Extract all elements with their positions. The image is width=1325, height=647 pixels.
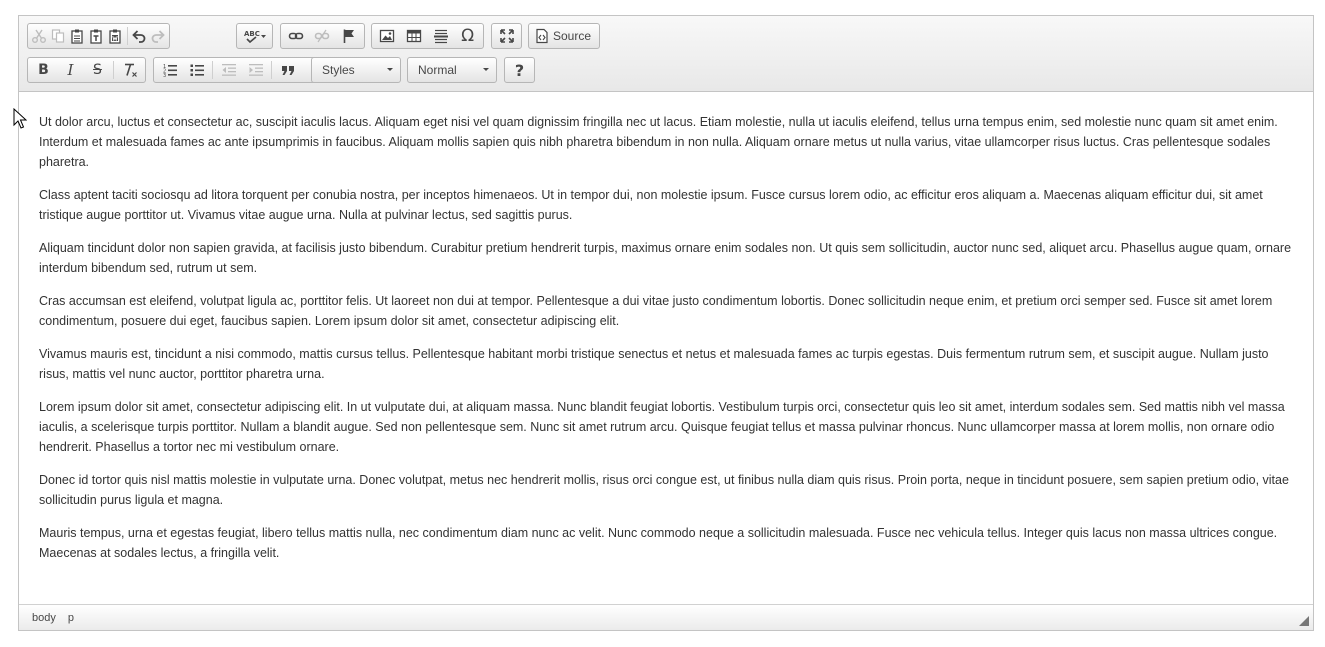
italic-icon: I	[67, 61, 74, 79]
chevron-down-icon	[387, 68, 393, 71]
copy-icon	[52, 29, 65, 43]
copy-button[interactable]	[49, 25, 68, 47]
paste-word-button[interactable]	[106, 25, 125, 47]
blockquote-button[interactable]	[274, 59, 301, 81]
about-group: ?	[504, 57, 535, 83]
table-icon	[406, 29, 422, 43]
editor-toolbar: ABC Ω Source B I S 1 2 3 Styles Normal ?	[19, 16, 1313, 92]
outdent-icon	[221, 64, 236, 76]
bulleted-list-icon	[190, 64, 204, 76]
unlink-icon	[315, 29, 330, 43]
horizontal-line-icon	[433, 29, 448, 44]
styles-dropdown-value: Styles	[322, 63, 355, 77]
spellcheck-icon: ABC	[244, 30, 266, 44]
resize-handle[interactable]	[1299, 616, 1309, 626]
toolbar-separator	[113, 61, 114, 79]
paragraph-group: 1 2 3	[153, 57, 325, 83]
cut-button[interactable]	[30, 25, 49, 47]
redo-icon	[151, 30, 165, 43]
strikethrough-icon: S	[93, 62, 102, 78]
clipboard-group	[27, 23, 170, 49]
image-button[interactable]	[374, 25, 401, 47]
remove-format-button[interactable]	[116, 59, 143, 81]
rich-text-editor: ABC Ω Source B I S 1 2 3 Styles Normal ?…	[18, 15, 1314, 631]
svg-text:ABC: ABC	[244, 30, 260, 38]
paste-text-icon	[90, 29, 102, 44]
italic-button[interactable]: I	[57, 59, 84, 81]
scissors-icon	[32, 29, 47, 43]
document-group: Source	[528, 23, 600, 49]
spellcheck-button[interactable]: ABC	[239, 25, 270, 47]
styles-dropdown[interactable]: Styles	[311, 57, 401, 83]
source-button[interactable]: Source	[531, 25, 597, 47]
toolbar-separator	[212, 61, 213, 79]
toolbar-separator	[271, 61, 272, 79]
format-dropdown-value: Normal	[418, 63, 457, 77]
spellcheck-group: ABC	[236, 23, 273, 49]
tools-group	[491, 23, 522, 49]
basicstyles-group: B I S	[27, 57, 146, 83]
paste-word-icon	[109, 29, 121, 44]
paste-button[interactable]	[68, 25, 87, 47]
format-dropdown[interactable]: Normal	[407, 57, 497, 83]
insert-group: Ω	[371, 23, 484, 49]
strikethrough-button[interactable]: S	[84, 59, 111, 81]
chevron-down-icon	[483, 68, 489, 71]
image-icon	[380, 29, 395, 43]
link-group	[280, 23, 365, 49]
paragraph: Cras accumsan est eleifend, volutpat lig…	[39, 294, 1273, 328]
bold-icon: B	[38, 62, 49, 78]
mouse-cursor-icon	[13, 108, 27, 129]
paragraph: Vivamus mauris est, tincidunt a nisi com…	[39, 347, 1269, 381]
paragraph: Aliquam tincidunt dolor non sapien gravi…	[39, 241, 1292, 275]
numbered-list-icon: 1 2 3	[163, 64, 177, 78]
remove-format-icon	[124, 63, 137, 77]
editor-content[interactable]: Ut dolor arcu, luctus et consectetur ac,…	[19, 92, 1313, 605]
element-path-bar: body p	[19, 604, 1313, 630]
undo-button[interactable]	[129, 25, 148, 47]
paragraph: Ut dolor arcu, luctus et consectetur ac,…	[39, 115, 1278, 169]
paste-text-button[interactable]	[87, 25, 106, 47]
paragraph: Class aptent taciti sociosqu ad litora t…	[39, 188, 1263, 222]
paragraph: Mauris tempus, urna et egestas feugiat, …	[39, 526, 1278, 560]
paragraph: Donec id tortor quis nisl mattis molesti…	[39, 473, 1289, 507]
bold-button[interactable]: B	[30, 59, 57, 81]
special-char-button[interactable]: Ω	[454, 25, 481, 47]
source-button-label: Source	[553, 29, 592, 43]
link-icon	[288, 32, 304, 40]
paste-icon	[71, 29, 83, 44]
element-path-body[interactable]: body	[32, 612, 56, 624]
table-button[interactable]	[401, 25, 428, 47]
help-button[interactable]: ?	[507, 59, 532, 81]
outdent-button[interactable]	[215, 59, 242, 81]
paragraph: Lorem ipsum dolor sit amet, consectetur …	[39, 400, 1285, 454]
maximize-button[interactable]	[494, 25, 519, 47]
svg-text:3: 3	[163, 73, 166, 78]
indent-button[interactable]	[242, 59, 269, 81]
maximize-icon	[499, 29, 514, 43]
anchor-button[interactable]	[336, 25, 362, 47]
blockquote-icon	[281, 66, 294, 75]
help-icon: ?	[514, 60, 525, 80]
undo-icon	[131, 30, 146, 43]
unlink-button[interactable]	[309, 25, 335, 47]
numbered-list-button[interactable]: 1 2 3	[156, 59, 183, 81]
link-button[interactable]	[283, 25, 309, 47]
source-icon	[536, 28, 548, 44]
element-path-p[interactable]: p	[68, 612, 74, 624]
bulleted-list-button[interactable]	[183, 59, 210, 81]
flag-icon	[343, 29, 354, 43]
toolbar-separator	[126, 27, 128, 45]
redo-button[interactable]	[148, 25, 167, 47]
indent-icon	[248, 64, 263, 76]
horizontal-line-button[interactable]	[428, 25, 455, 47]
omega-icon: Ω	[461, 26, 475, 46]
